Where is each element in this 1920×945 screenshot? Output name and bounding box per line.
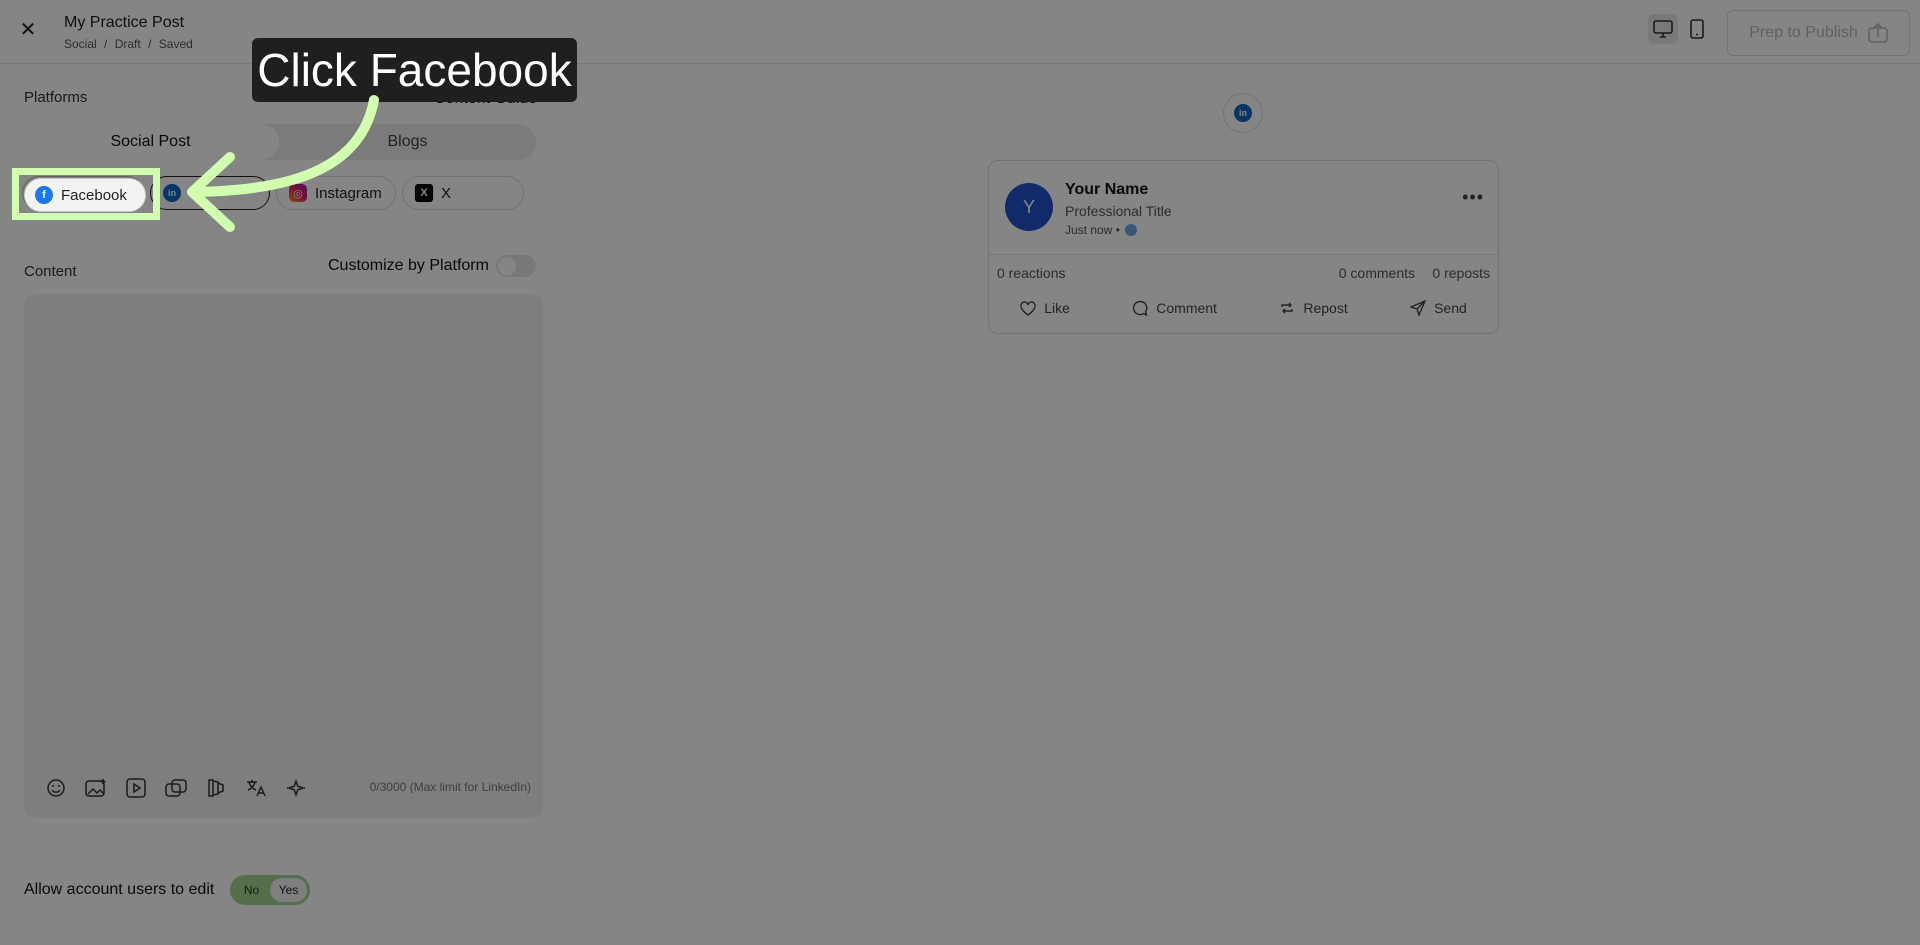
pointer-arrow-icon [187, 95, 379, 232]
